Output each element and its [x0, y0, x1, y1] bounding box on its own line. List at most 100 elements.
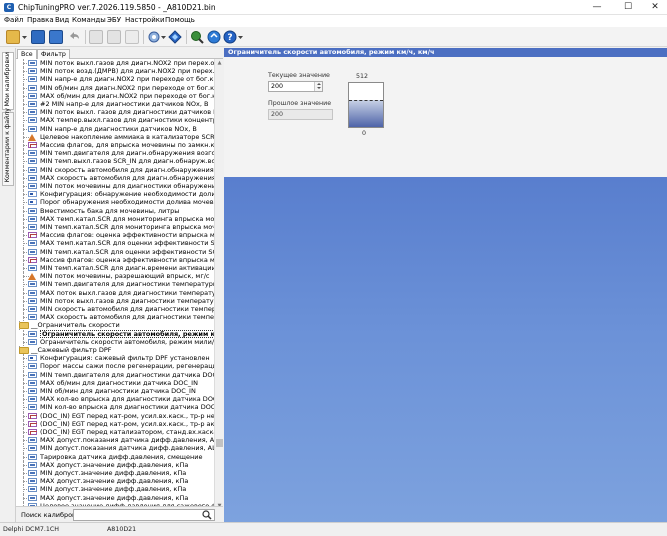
menu-file[interactable]: Файл [4, 16, 23, 24]
dropdown-arrow-icon[interactable] [161, 30, 166, 44]
tree-folder[interactable]: __Сажевый фильтр DPF [16, 346, 214, 355]
tree-row[interactable]: Целевое накопление аммиака в катализатор… [16, 132, 214, 141]
tree-row[interactable]: MAX допуст.показания датчика дифф.давлен… [16, 436, 214, 445]
scroll-up-icon[interactable]: ▲ [215, 59, 224, 67]
tree-row[interactable]: MAX об/мин для диагн.NOX2 при переходе о… [16, 91, 214, 100]
calibration-editor: Ограничитель скорости автомобиля, режим … [224, 48, 667, 522]
tree-row[interactable]: MIN темп.катал.SCR для мониторинга впрыс… [16, 223, 214, 232]
folder-icon [19, 347, 29, 354]
diamond-icon[interactable] [168, 30, 182, 44]
tree-row[interactable]: Порог массы сажи после регенерации, реге… [16, 362, 214, 371]
tree-row[interactable]: Ограничитель скорости автомобиля, режим … [16, 337, 214, 346]
tree-row[interactable]: MIN темп.двигателя для диагн.обнаружения… [16, 149, 214, 158]
tree-row-label: MAX темп.катал.SCR для оценки эффективно… [40, 239, 214, 248]
calibration-map-icon [28, 224, 37, 230]
help-icon[interactable]: ? [223, 30, 237, 44]
tools-icon[interactable] [147, 30, 161, 44]
tree-row[interactable]: MAX темпер.выхл.газов для диагностики ко… [16, 116, 214, 125]
paste-icon[interactable] [107, 30, 121, 44]
tree-row[interactable]: MAX кол-во впрыска для диагностики датчи… [16, 395, 214, 404]
tree-row[interactable]: MIN поток выхл. газов для диагностики да… [16, 108, 214, 117]
tree-row[interactable]: MIN поток мочевины для диагностики обнар… [16, 182, 214, 191]
calibration-tree[interactable]: MIN поток выхл.газов для диагн.NOX2 при … [16, 59, 214, 510]
tree-row[interactable]: MIN напр-е для диагностики датчиков NOx,… [16, 124, 214, 133]
tree-row-label: Массив флагов, для впрыска мочевины по з… [40, 141, 214, 149]
tree-row-label: Порог обнаружения необходимости долива м… [40, 198, 214, 207]
copy-icon[interactable] [89, 30, 103, 44]
tree-row[interactable]: MIN допуст.значение дифф.давления, кПа [16, 469, 214, 478]
tree-row[interactable]: MAX допуст.значение дифф.давления, кПа [16, 477, 214, 486]
tree-row[interactable]: MIN об/мин для диагностики датчика DOC_I… [16, 387, 214, 396]
current-value-spinner[interactable]: 200 [268, 81, 323, 92]
tree-row[interactable]: #2 MIN напр-е для диагностики датчиков N… [16, 100, 214, 109]
tree-row[interactable]: MAX скорость автомобиля для диагн.обнару… [16, 173, 214, 182]
tree-row[interactable]: MAX темп.катал.SCR для мониторинга впрыс… [16, 214, 214, 223]
tree-row[interactable]: (DOC_IN) EGT перед кат-ром, усил.вх.каск… [16, 411, 214, 420]
menu-ecu[interactable]: ЭБУ [107, 16, 121, 24]
calibration-map-icon [28, 281, 37, 288]
search-input[interactable] [73, 509, 215, 521]
tree-row[interactable]: MAX темп.катал.SCR для оценки эффективно… [16, 239, 214, 248]
tree-row[interactable]: MIN темп.выхл.газов SCR_IN для диагн.обн… [16, 157, 214, 166]
close-button[interactable]: ✕ [641, 0, 667, 15]
calibration-map-icon [28, 314, 37, 321]
more-icon[interactable] [238, 30, 243, 44]
tree-row[interactable]: MIN поток возд.(ДМРВ) для диагн.NOX2 при… [16, 67, 214, 76]
search-web-icon[interactable] [190, 30, 204, 44]
spinner-arrows-icon[interactable] [314, 82, 322, 91]
tree-row[interactable]: Конфигурация: сажевый фильтр DPF установ… [16, 354, 214, 363]
tree-row[interactable]: (DOC_IN) EGT перед катализатором, станд.… [16, 428, 214, 437]
tree-row[interactable]: MIN об/мин для диагн.NOX2 при переходе о… [16, 83, 214, 92]
tree-row[interactable]: MIN темп.катал.SCR для оценки эффективно… [16, 247, 214, 256]
tree-row[interactable]: MIN скорость автомобиля для диагн.обнару… [16, 165, 214, 174]
tree-row-label: MIN об/мин для диагностики датчика DOC_I… [40, 387, 196, 395]
tree-row[interactable]: MAX поток выхл.газов для диагностики тем… [16, 288, 214, 297]
menu-edit[interactable]: Правка [27, 16, 54, 24]
minimize-button[interactable]: — [583, 0, 611, 15]
tree-row-selected[interactable]: Ограничитель скорости автомобиля, режим … [16, 329, 214, 338]
tree-row[interactable]: Массив флагов, для впрыска мочевины по з… [16, 141, 214, 150]
tree-row[interactable]: MIN поток выхл.газов для диагностики тем… [16, 296, 214, 305]
update-icon[interactable] [207, 30, 221, 44]
save-icon[interactable] [31, 30, 45, 44]
tree-row[interactable]: MAX об/мин для диагностики датчика DOC_I… [16, 378, 214, 387]
tree-row[interactable]: Вместимость бака для мочевины, литры [16, 206, 214, 215]
save-as-icon[interactable] [49, 30, 63, 44]
tree-row[interactable]: MIN поток выхл.газов для диагн.NOX2 при … [16, 59, 214, 68]
tree-folder[interactable]: __Ограничитель скорости [16, 321, 214, 330]
open-icon[interactable] [6, 30, 20, 44]
document-icon[interactable] [125, 30, 139, 44]
tree-row[interactable]: MIN темп.двигателя для диагностики датчи… [16, 370, 214, 379]
tab-file-comments[interactable]: Комментарии к файлу [2, 108, 14, 186]
tree-row[interactable]: MIN допуст.показания датчика дифф.давлен… [16, 444, 214, 453]
menu-settings[interactable]: Настройки [125, 16, 165, 24]
maximize-button[interactable]: ☐ [614, 0, 642, 15]
scrollbar-thumb[interactable] [216, 439, 223, 447]
menu-commands[interactable]: Команды [72, 16, 106, 24]
tree-row[interactable]: Порог обнаружения необходимости долива м… [16, 198, 214, 207]
tab-my-calibrations[interactable]: Мои калибровки [2, 52, 14, 110]
tree-row[interactable]: MIN темп.катал.SCR для диагн.времени акт… [16, 264, 214, 273]
tree-row[interactable]: MIN поток мочевины, разрешающий впрыск, … [16, 272, 214, 281]
menu-help[interactable]: Помощь [165, 16, 195, 24]
tree-row[interactable]: (DOC_IN) EGT перед кат-ром, усил.вх.каск… [16, 419, 214, 428]
menu-view[interactable]: Вид [55, 16, 69, 24]
tree-row[interactable]: MAX скорость автомобиля для диагностики … [16, 313, 214, 322]
tree-scrollbar[interactable]: ▲ ▼ [214, 59, 223, 510]
dropdown-arrow-icon[interactable] [22, 30, 27, 44]
tab-filter[interactable]: Фильтр [37, 49, 70, 59]
tree-row[interactable]: Массив флагов: оценка эффективности впры… [16, 255, 214, 264]
search-icon[interactable] [202, 510, 212, 520]
tree-row[interactable]: MIN скорость автомобиля для диагностики … [16, 305, 214, 314]
tree-row[interactable]: MAX допуст.значение дифф.давления, кПа [16, 493, 214, 502]
tree-row[interactable]: Конфигурация: обнаружение необходимости … [16, 190, 214, 199]
tree-row[interactable]: MIN кол-во впрыска для диагностики датчи… [16, 403, 214, 412]
tree-row[interactable]: MIN темп.двигателя для диагностики темпе… [16, 280, 214, 289]
tree-row[interactable]: MIN допуст.значение дифф.давления, кПа [16, 485, 214, 494]
tab-all[interactable]: Все [17, 49, 37, 59]
tree-row[interactable]: MAX допуст.значение дифф.давления, кПа [16, 460, 214, 469]
undo-icon[interactable] [67, 30, 81, 44]
tree-row[interactable]: Тарировка датчика дифф.давления, смещени… [16, 452, 214, 461]
tree-row[interactable]: Массив флагов: оценка эффективности впры… [16, 231, 214, 240]
tree-row[interactable]: MIN напр-е для диагн.NOX2 при переходе о… [16, 75, 214, 84]
